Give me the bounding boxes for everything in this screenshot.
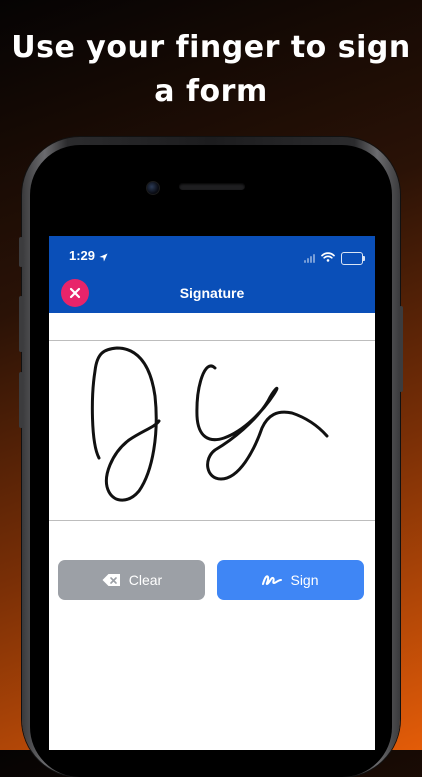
phone-volume-down-button <box>19 372 23 428</box>
signature-stroke-2 <box>195 364 329 481</box>
sign-button-label: Sign <box>290 572 319 588</box>
location-arrow-icon <box>99 249 108 267</box>
eraser-icon <box>102 574 120 586</box>
app-screen: 1:29 Signature Clear Sign <box>49 236 375 750</box>
headline-line-1: Use your finger to sign <box>11 30 411 65</box>
sign-button[interactable]: Sign <box>217 560 364 600</box>
signature-bottom-border <box>49 520 375 521</box>
clear-button-label: Clear <box>128 572 163 588</box>
battery-icon <box>341 251 365 265</box>
clear-button[interactable]: Clear <box>58 560 205 600</box>
wifi-icon <box>321 249 335 267</box>
marketing-headline: Use your finger to sign a form <box>0 26 422 114</box>
signature-pad[interactable] <box>49 341 375 520</box>
app-header: 1:29 Signature <box>49 236 375 313</box>
earpiece-speaker <box>179 183 245 190</box>
page-title: Signature <box>179 285 245 301</box>
signature-stroke-1 <box>90 346 161 502</box>
signature-icon <box>262 575 283 585</box>
cellular-signal-icon <box>304 253 315 263</box>
phone-silent-switch <box>19 237 23 267</box>
status-indicators <box>304 249 365 267</box>
front-camera <box>146 181 160 195</box>
phone-power-button <box>399 306 403 392</box>
phone-volume-up-button <box>19 296 23 352</box>
status-time: 1:29 <box>69 248 96 263</box>
headline-line-2: a form <box>154 74 268 109</box>
